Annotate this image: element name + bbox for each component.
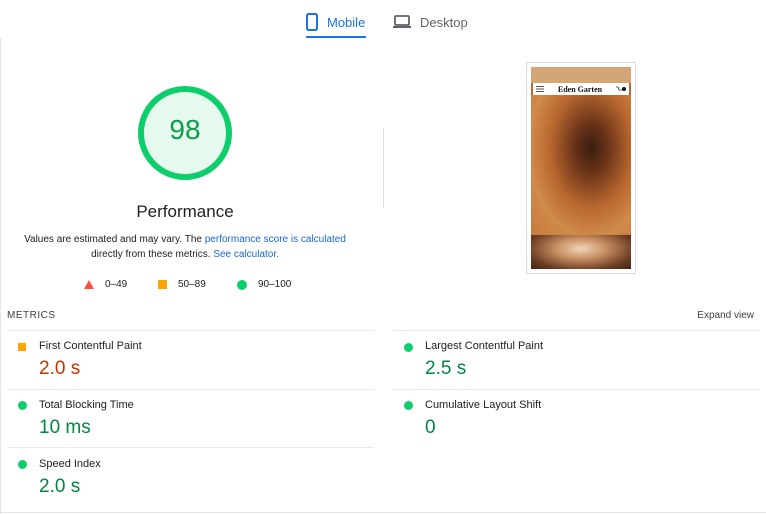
panel-border: [0, 38, 1, 514]
metric-lcp-label: Largest Contentful Paint: [425, 340, 544, 352]
legend-average-label: 50–89: [178, 279, 206, 290]
divider: [393, 330, 760, 331]
legend-average: 50–89: [158, 279, 206, 290]
metric-cls-value: 0: [425, 417, 436, 438]
pass-circle-icon: [18, 401, 27, 410]
metric-tbt-value: 10 ms: [39, 417, 91, 438]
average-square-icon: [18, 343, 26, 351]
tab-mobile[interactable]: Mobile: [306, 6, 365, 38]
metric-fcp-label: First Contentful Paint: [39, 340, 142, 352]
metric-si-label: Speed Index: [39, 458, 101, 470]
metric-tbt-label: Total Blocking Time: [39, 399, 134, 411]
description-text-2: directly from these metrics.: [91, 249, 214, 260]
vertical-divider: [383, 128, 384, 208]
description-text: Values are estimated and may vary. The: [24, 234, 205, 245]
triangle-icon: [84, 280, 94, 289]
menu-icon: [536, 86, 544, 92]
expand-view-toggle[interactable]: Expand view: [697, 310, 754, 321]
performance-title: Performance: [136, 202, 234, 221]
tab-desktop-label: Desktop: [420, 14, 468, 30]
performance-description: Values are estimated and may vary. The p…: [22, 232, 348, 262]
divider: [7, 330, 374, 331]
metrics-heading: METRICS: [7, 310, 56, 321]
divider: [7, 447, 374, 448]
metric-fcp-value: 2.0 s: [39, 358, 81, 379]
screenshot-topbar: [531, 67, 631, 83]
screenshot-content: Eden Garten: [531, 67, 631, 269]
page-screenshot: Eden Garten: [526, 62, 636, 274]
pass-circle-icon: [18, 460, 27, 469]
legend-pass-label: 90–100: [258, 279, 292, 290]
active-tab-indicator: [306, 36, 366, 38]
panel-border-bottom: [0, 512, 766, 513]
performance-score: 98: [169, 114, 201, 145]
square-icon: [158, 280, 167, 289]
metric-si-value: 2.0 s: [39, 476, 81, 497]
metric-lcp-value: 2.5 s: [425, 358, 467, 379]
legend-fail: 0–49: [84, 279, 127, 290]
circle-icon: [237, 279, 247, 290]
screenshot-hero-image: [531, 95, 631, 235]
divider: [393, 389, 760, 390]
tab-desktop[interactable]: Desktop: [393, 6, 468, 38]
divider: [7, 389, 374, 390]
legend-fail-label: 0–49: [105, 279, 128, 290]
screenshot-brand: Eden Garten: [557, 84, 603, 94]
pass-circle-icon: [404, 343, 413, 352]
pass-circle-icon: [404, 401, 413, 410]
screenshot-header: Eden Garten: [533, 83, 629, 95]
laptop-icon: [393, 15, 411, 28]
metric-cls-label: Cumulative Layout Shift: [425, 399, 542, 411]
phone-icon: [306, 13, 318, 31]
cart-icon: [615, 86, 626, 91]
legend-pass: 90–100: [237, 279, 291, 290]
calculator-link[interactable]: See calculator.: [213, 249, 279, 260]
score-calculated-link[interactable]: performance score is calculated: [205, 234, 346, 245]
tab-mobile-label: Mobile: [327, 14, 366, 30]
screenshot-lower-image: [531, 235, 631, 269]
